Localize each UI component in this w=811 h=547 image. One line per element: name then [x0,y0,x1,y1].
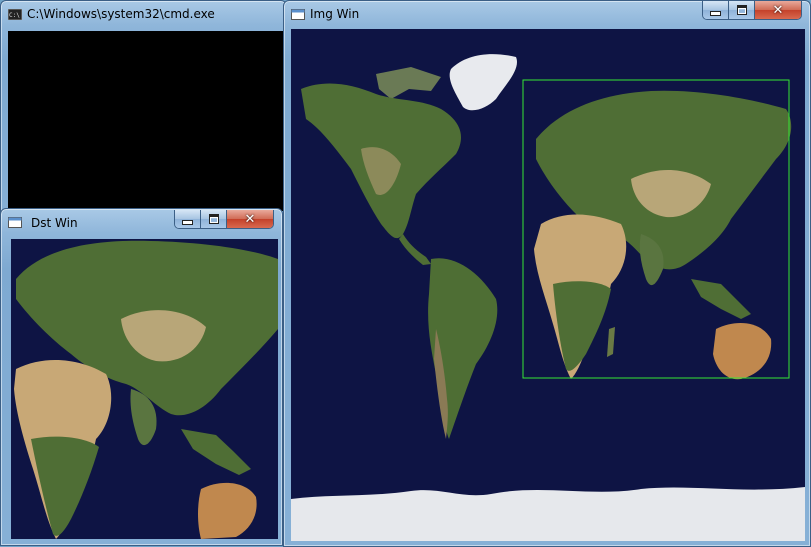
minimize-button[interactable] [175,210,201,228]
dst-window-title: Dst Win [31,216,78,230]
svg-text:C:\: C:\ [9,12,20,19]
maximize-icon [736,5,747,15]
minimize-icon [182,219,193,225]
dst-window-controls: ✕ [174,210,274,229]
console-area[interactable] [8,31,283,211]
dst-window[interactable]: Dst Win ✕ [0,208,283,546]
maximize-icon [208,214,219,224]
minimize-button[interactable] [703,1,729,19]
close-button[interactable]: ✕ [755,1,801,19]
close-icon: ✕ [244,211,256,227]
window-icon [8,217,22,228]
close-button[interactable]: ✕ [227,210,273,228]
antarctica [291,487,805,541]
maximize-button[interactable] [729,1,755,19]
cmd-window-title: C:\Windows\system32\cmd.exe [27,7,215,21]
img-window-controls: ✕ [702,1,802,20]
minimize-icon [710,10,721,16]
cropped-map-image[interactable] [11,239,278,539]
console-icon: C:\ [8,9,22,20]
close-icon: ✕ [772,2,784,18]
world-map-image[interactable] [291,29,805,541]
maximize-button[interactable] [201,210,227,228]
window-icon [291,9,305,20]
cmd-window[interactable]: C:\ C:\Windows\system32\cmd.exe [0,0,287,215]
img-window-title: Img Win [310,7,360,21]
img-window[interactable]: Img Win ✕ [283,0,811,547]
